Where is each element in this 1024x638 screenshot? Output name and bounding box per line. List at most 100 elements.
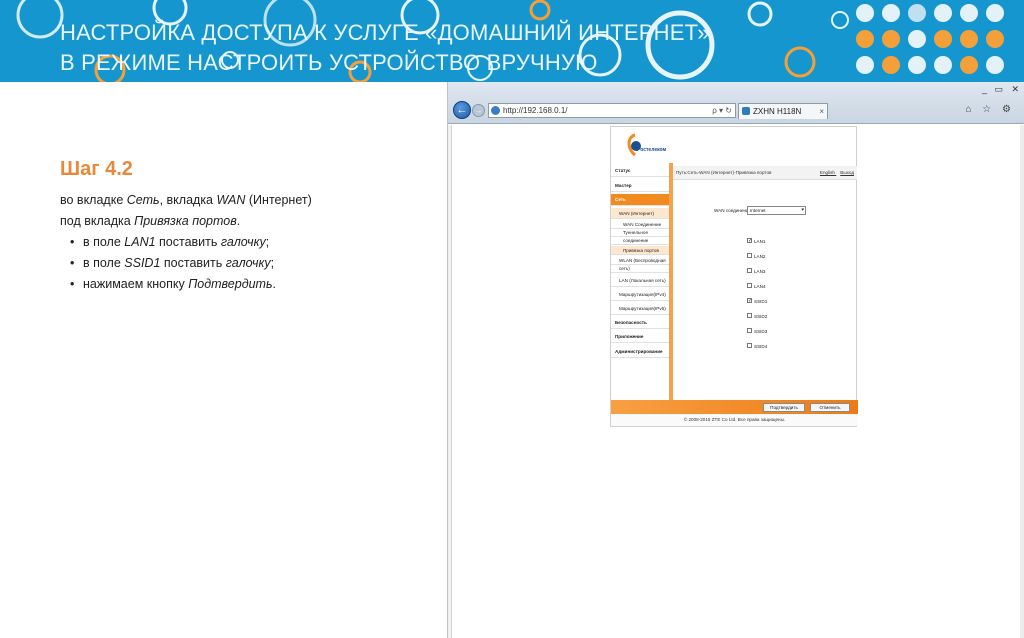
dot-grid xyxy=(848,0,1018,82)
sidebar-accent-stripe xyxy=(669,163,673,400)
sidebar-item[interactable]: Администрирование xyxy=(611,345,669,358)
text: ; xyxy=(265,235,270,249)
port-checkbox-row[interactable]: SSID3 xyxy=(747,328,767,335)
copyright-text: © 2008-2015 ZTE Co Ltd. Все права защище… xyxy=(611,414,858,426)
close-window-button[interactable]: ✕ xyxy=(1011,84,1019,95)
sidebar-item[interactable]: Мастер xyxy=(611,179,669,192)
breadcrumb: Путь:Сеть-WAN (Интернет)-Привязка портов… xyxy=(673,166,857,180)
checkbox-checked-icon[interactable]: ✓ xyxy=(747,238,752,244)
step-description: во вкладке Сеть, вкладка WAN (Интернет) … xyxy=(60,190,420,295)
bullet-item: в поле SSID1 поставить галочку; xyxy=(70,253,420,274)
page-title: НАСТРОЙКА ДОСТУПА К УСЛУГЕ «ДОМАШНИЙ ИНТ… xyxy=(60,18,710,78)
sidebar-item[interactable]: Сеть xyxy=(611,194,669,206)
port-checkbox-row[interactable]: LAN4 xyxy=(747,283,766,290)
site-favicon-icon xyxy=(491,106,500,115)
port-label: SSID4 xyxy=(754,344,768,349)
step-bullets: в поле LAN1 поставить галочку; в поле SS… xyxy=(70,232,420,295)
port-label: SSID2 xyxy=(754,314,768,319)
chevron-down-icon: ▾ xyxy=(801,207,804,213)
browser-tab[interactable]: ZXHN H118N × xyxy=(738,103,828,119)
sidebar-item[interactable]: Привязка портов xyxy=(611,246,669,255)
sidebar-item[interactable]: Туннельное xyxy=(611,229,669,237)
title-line-1: НАСТРОЙКА ДОСТУПА К УСЛУГЕ «ДОМАШНИЙ ИНТ… xyxy=(60,20,710,45)
address-bar[interactable]: http://192.168.0.1/ ρ ▾ ↻ xyxy=(488,103,736,118)
wan-connection-select[interactable]: Internet ▾ xyxy=(747,206,806,215)
sidebar-item[interactable]: Статус xyxy=(611,165,669,177)
checkbox-empty-icon[interactable] xyxy=(747,268,752,274)
port-checkbox-row[interactable]: SSID2 xyxy=(747,313,767,320)
port-checkbox-row[interactable]: LAN3 xyxy=(747,268,766,275)
bullet-item: в поле LAN1 поставить галочку; xyxy=(70,232,420,253)
confirm-button[interactable]: Подтвердить xyxy=(763,403,805,412)
emphasis: галочку xyxy=(220,235,266,249)
text: (Интернет) xyxy=(245,193,312,207)
text: поставить xyxy=(155,235,221,249)
checkbox-empty-icon[interactable] xyxy=(747,283,752,289)
sidebar-item[interactable]: Безопасность xyxy=(611,317,669,329)
sidebar-item[interactable]: WAN Соединение xyxy=(611,221,669,229)
breadcrumb-text: Путь:Сеть-WAN (Интернет)-Привязка портов xyxy=(676,170,772,175)
emphasis: WAN xyxy=(216,193,246,207)
title-line-2: В РЕЖИМЕ НАСТРОИТЬ УСТРОЙСТВО ВРУЧНУЮ xyxy=(60,50,598,75)
bullet-item: нажимаем кнопку Подтвердить. xyxy=(70,274,420,295)
sidebar-item[interactable]: Маршрутизация(IPv4) xyxy=(611,289,669,301)
checkbox-checked-icon[interactable]: ✓ xyxy=(747,298,752,304)
port-label: SSID1 xyxy=(754,299,768,304)
port-checkbox-row[interactable]: ✓ LAN1 xyxy=(747,238,766,245)
emphasis: Подтвердить xyxy=(188,277,273,291)
port-label: LAN4 xyxy=(754,284,766,289)
sidebar-item[interactable]: LAN (Локальная сеть) xyxy=(611,275,669,287)
text: во вкладке xyxy=(60,193,127,207)
desc-line-1: во вкладке Сеть, вкладка WAN (Интернет) xyxy=(60,190,420,211)
sidebar-item[interactable]: сеть) xyxy=(611,265,669,273)
minimize-button[interactable]: _ xyxy=(982,84,987,94)
rostelecom-logo-icon xyxy=(627,133,641,157)
emphasis: LAN1 xyxy=(124,235,156,249)
address-text: http://192.168.0.1/ xyxy=(503,106,568,115)
checkbox-empty-icon[interactable] xyxy=(747,343,752,349)
text: нажимаем кнопку xyxy=(83,277,189,291)
sidebar-item[interactable]: WLAN (Беспроводная xyxy=(611,257,669,265)
header-banner: НАСТРОЙКА ДОСТУПА К УСЛУГЕ «ДОМАШНИЙ ИНТ… xyxy=(0,0,1024,82)
text: в поле xyxy=(83,235,125,249)
text: . xyxy=(236,214,241,228)
sidebar-item[interactable]: соединение xyxy=(611,237,669,245)
text: . xyxy=(272,277,277,291)
checkbox-empty-icon[interactable] xyxy=(747,328,752,334)
port-label: LAN3 xyxy=(754,269,766,274)
port-checkbox-row[interactable]: ✓ SSID1 xyxy=(747,298,767,305)
vertical-scrollbar[interactable] xyxy=(1020,125,1024,638)
tab-close-icon[interactable]: × xyxy=(819,104,824,119)
desc-line-2: под вкладка Привязка портов. xyxy=(60,211,420,232)
emphasis: Сеть xyxy=(126,193,160,207)
text: ; xyxy=(270,256,275,270)
back-arrow-icon[interactable]: ← xyxy=(453,101,471,119)
port-checkbox-row[interactable]: SSID4 xyxy=(747,343,767,350)
toolbar-icons[interactable]: ⌂ ☆ ⚙ xyxy=(965,104,1015,115)
logout-link[interactable]: Выход xyxy=(840,170,854,175)
browser-toolbar: _ ▭ ✕ ← → http://192.168.0.1/ ρ ▾ ↻ ZXHN… xyxy=(448,82,1024,124)
checkbox-empty-icon[interactable] xyxy=(747,253,752,259)
sidebar-item[interactable]: Приложение xyxy=(611,331,669,343)
maximize-button[interactable]: ▭ xyxy=(994,84,1003,95)
router-sidebar: Статус Мастер Сеть WAN (Интернет) WAN Соедин… xyxy=(611,163,669,400)
sidebar-item[interactable]: Маршрутизация(IPv6) xyxy=(611,303,669,315)
step-title: Шаг 4.2 xyxy=(60,158,133,180)
sidebar-item[interactable]: WAN (Интернет) xyxy=(611,208,669,219)
cancel-button[interactable]: Отменить xyxy=(810,403,850,412)
forward-arrow-icon[interactable]: → xyxy=(472,104,485,117)
port-label: LAN2 xyxy=(754,254,766,259)
tab-favicon-icon xyxy=(742,107,750,115)
tab-title: ZXHN H118N xyxy=(753,107,802,116)
wan-connection-value: Internet xyxy=(750,208,766,213)
english-link[interactable]: English xyxy=(820,170,835,175)
search-refresh-icon[interactable]: ρ ▾ ↻ xyxy=(712,104,732,117)
checkbox-empty-icon[interactable] xyxy=(747,313,752,319)
wan-connection-label: WAN соединение xyxy=(714,208,752,213)
text: поставить xyxy=(160,256,226,270)
router-admin-page: Ростелеком Статус Мастер Сеть WAN (Интернет… xyxy=(610,126,858,427)
emphasis: галочку xyxy=(225,256,271,270)
port-label: LAN1 xyxy=(754,239,766,244)
port-checkbox-row[interactable]: LAN2 xyxy=(747,253,766,260)
port-label: SSID3 xyxy=(754,329,768,334)
